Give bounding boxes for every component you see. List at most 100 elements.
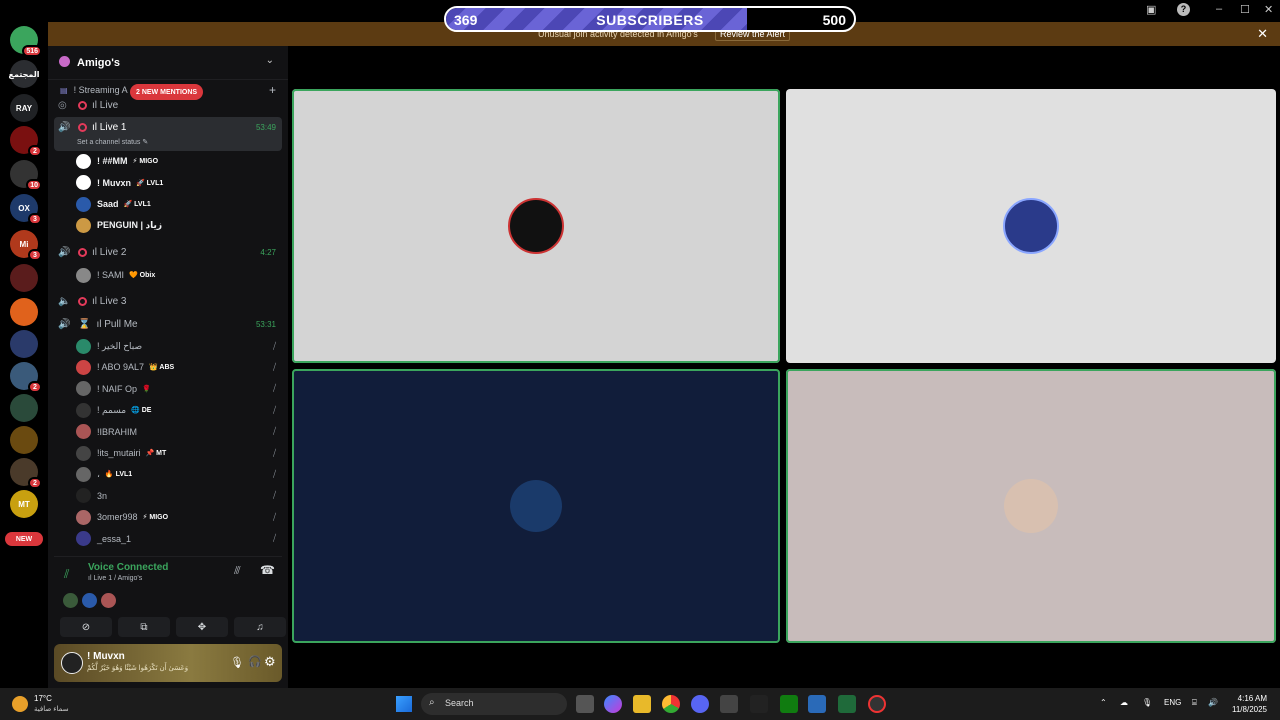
new-servers-pill[interactable]: NEW: [5, 532, 43, 546]
subscriber-goal: 500: [822, 12, 846, 28]
screen-share-button[interactable]: ⧉: [118, 617, 170, 637]
channel-label: ıl Live 2: [92, 246, 127, 258]
server-icon-server-11[interactable]: 2: [10, 362, 42, 393]
channel-live[interactable]: ◎ ıl Live: [54, 94, 282, 116]
xbox-icon[interactable]: [780, 695, 798, 713]
deafened-icon: ⧸: [272, 340, 276, 351]
voice-user[interactable]: ! صباح الخير ⧸: [76, 336, 282, 356]
discord-icon[interactable]: [691, 695, 709, 713]
chevron-up-icon[interactable]: ⌃: [1100, 698, 1107, 707]
weather-desc[interactable]: سماء صافية: [34, 705, 69, 713]
voice-user[interactable]: ، 🔥 LVL1 ⧸: [76, 464, 282, 484]
live-ring-icon: [78, 296, 87, 306]
inbox-icon[interactable]: ▣: [1146, 3, 1156, 16]
server-icon-server-9[interactable]: [10, 298, 38, 326]
channel-live-2[interactable]: 🔊 ıl Live 2 4:27: [54, 241, 282, 263]
user-tag: 🚀 LVL1: [136, 179, 164, 187]
file-explorer-icon[interactable]: [633, 695, 651, 713]
participant-avatar[interactable]: [82, 593, 97, 608]
chevron-down-icon[interactable]: ⌄: [266, 55, 274, 66]
video-tile[interactable]: [786, 89, 1276, 363]
voice-user[interactable]: _essa_1 ⧸: [76, 529, 282, 549]
voice-user[interactable]: !IBRAHIM ⧸: [76, 422, 282, 442]
server-icon-server-mi[interactable]: Mi 3: [10, 230, 42, 261]
server-icon-server-ox[interactable]: OX 3: [10, 194, 42, 225]
voice-status-channel[interactable]: ıl Live 1 / Amigo's: [88, 575, 142, 582]
subscriber-goal-bar: 369 SUBSCRIBERS 500: [444, 6, 856, 32]
noise-suppression-icon[interactable]: ⫻: [234, 565, 241, 578]
volume-icon[interactable]: 🔊: [1208, 698, 1218, 707]
participant-avatar[interactable]: [63, 593, 78, 608]
weather-temp[interactable]: 17°C: [34, 694, 52, 703]
microphone-icon[interactable]: 🎙: [1142, 698, 1152, 707]
headphones-icon[interactable]: 🎧: [248, 655, 262, 668]
camera-off-button[interactable]: ⊘: [60, 617, 112, 637]
server-icon-server-8[interactable]: [10, 264, 38, 292]
participant-avatar[interactable]: [101, 593, 116, 608]
app-icon[interactable]: [808, 695, 826, 713]
close-icon[interactable]: ✕: [1257, 26, 1268, 42]
user-name[interactable]: ! Muvxn: [87, 651, 125, 662]
unread-badge: 2: [28, 145, 42, 157]
close-window-button[interactable]: ✕: [1264, 3, 1273, 16]
voice-user[interactable]: !its_mutairi 📌 MT ⧸: [76, 443, 282, 463]
settings-gear-icon[interactable]: ⚙: [264, 654, 276, 670]
server-icon-server-14[interactable]: 2: [10, 458, 42, 489]
soundboard-button[interactable]: ♫: [234, 617, 286, 637]
voice-user[interactable]: ! ##MM ⚡ MIGO: [76, 151, 282, 171]
server-icon-server-4[interactable]: 10: [10, 160, 42, 191]
voice-user[interactable]: 3omer998 ⚡ MIGO ⧸: [76, 507, 282, 527]
user-panel: ! Muvxn وَعَسَىٰ أَن تَكْرَهُوا شَيْئًا …: [54, 644, 282, 682]
video-tile[interactable]: [292, 369, 780, 643]
guild-header[interactable]: Amigo's ⌄: [48, 46, 288, 80]
microphone-icon[interactable]: 🎙: [230, 656, 244, 669]
server-icon-home[interactable]: 516: [10, 26, 42, 57]
taskbar: 17°C سماء صافية ⌕ Search ⌃ ☁ 🎙 ENG ⌸ 🔊 4…: [0, 688, 1280, 720]
activities-button[interactable]: ✥: [176, 617, 228, 637]
server-icon-server-13[interactable]: [10, 426, 38, 454]
weather-icon[interactable]: [12, 696, 28, 712]
voice-user[interactable]: ! مسمم 🌐 DE ⧸: [76, 400, 282, 420]
channel-pull-me[interactable]: 🔊 ⌛ ıl Pull Me 53:31: [54, 313, 282, 335]
cloud-icon[interactable]: ☁: [1120, 698, 1128, 707]
server-icon-server-ray[interactable]: RAY: [10, 94, 38, 122]
task-view-icon[interactable]: [576, 695, 594, 713]
obs-icon[interactable]: [868, 695, 886, 713]
voice-user[interactable]: 3n ⧸: [76, 486, 282, 506]
user-name: ! ABO 9AL7: [97, 362, 145, 373]
server-icon-server-12[interactable]: [10, 394, 38, 422]
voice-user[interactable]: ! NAIF Op 🌹 ⧸: [76, 379, 282, 399]
app-icon[interactable]: [720, 695, 738, 713]
chrome-icon[interactable]: [662, 695, 680, 713]
network-icon[interactable]: ⌸: [1192, 698, 1197, 708]
voice-user[interactable]: ! Muvxn 🚀 LVL1: [76, 173, 282, 193]
channel-live-3[interactable]: 🔈 ıl Live 3: [54, 290, 282, 312]
server-icon-server-red[interactable]: 2: [10, 126, 42, 157]
video-tile[interactable]: [292, 89, 780, 363]
maximize-button[interactable]: ☐: [1240, 3, 1250, 16]
voice-user[interactable]: Saad 🚀 LVL1: [76, 194, 282, 214]
server-icon-server-10[interactable]: [10, 330, 38, 358]
copilot-icon[interactable]: [604, 695, 622, 713]
user-name: ! SAMI: [97, 270, 125, 280]
minimize-button[interactable]: –: [1216, 3, 1222, 15]
windows-start-icon[interactable]: [396, 696, 412, 712]
disconnect-icon[interactable]: ☎: [260, 563, 275, 577]
video-tile[interactable]: [786, 369, 1276, 643]
set-status-link[interactable]: Set a channel status ✎: [77, 138, 148, 146]
server-icon-server-arabic-text[interactable]: المجتمع: [9, 60, 39, 88]
user-name: !its_mutairi: [97, 448, 141, 458]
search-box[interactable]: ⌕ Search: [421, 693, 567, 715]
help-icon[interactable]: ?: [1177, 3, 1190, 16]
voice-user[interactable]: ! SAMI 🧡 Obix: [76, 265, 282, 285]
clock[interactable]: 4:16 AM 11/8/2025: [1232, 693, 1267, 715]
user-name: ! Muvxn: [97, 177, 132, 188]
avatar[interactable]: [61, 652, 83, 674]
server-icon-server-mt[interactable]: MT: [10, 490, 38, 518]
voice-user[interactable]: ! ABO 9AL7 👑 ABS ⧸: [76, 357, 282, 377]
app-icon[interactable]: [750, 695, 768, 713]
voice-status-title[interactable]: Voice Connected: [88, 562, 168, 573]
language-indicator[interactable]: ENG: [1164, 698, 1181, 707]
voice-user[interactable]: PENGUIN | زياد: [76, 216, 282, 236]
excel-icon[interactable]: [838, 695, 856, 713]
